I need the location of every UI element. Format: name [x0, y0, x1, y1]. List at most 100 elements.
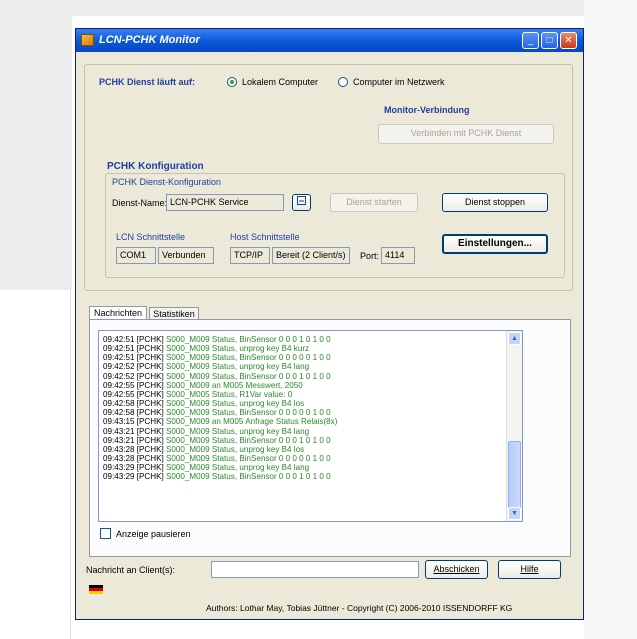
host-protocol-field: TCP/IP: [230, 247, 270, 264]
log-message: S000_M009 Status, BinSensor 0 0 0 0 0 1 …: [166, 408, 331, 418]
log-time: 09:42:55 [PCHK]: [103, 389, 164, 399]
log-line: 09:42:58 [PCHK] S000_M009 Status, BinSen…: [103, 408, 522, 417]
send-button[interactable]: Abschicken: [425, 560, 488, 579]
scroll-up-arrow-icon[interactable]: ▲: [508, 332, 521, 345]
log-time: 09:42:52 [PCHK]: [103, 371, 164, 381]
log-time: 09:42:58 [PCHK]: [103, 408, 164, 418]
pause-display-checkbox[interactable]: [100, 528, 111, 539]
pause-display-label[interactable]: Anzeige pausieren: [116, 529, 191, 539]
log-message: S000_M009 Status, BinSensor 0 0 0 0 0 1 …: [166, 454, 331, 464]
log-line: 09:42:52 [PCHK] S000_M009 Status, BinSen…: [103, 372, 522, 381]
message-log[interactable]: 09:42:51 [PCHK] S000_M009 Status, BinSen…: [98, 330, 523, 522]
background-divider: [70, 290, 71, 639]
app-window: LCN-PCHK Monitor _ □ ✕ PCHK Dienst läuft…: [75, 28, 584, 620]
window-title: LCN-PCHK Monitor: [99, 34, 200, 46]
log-line: 09:43:21 [PCHK] S000_M009 Status, unprog…: [103, 427, 522, 436]
log-lines: 09:42:51 [PCHK] S000_M009 Status, BinSen…: [103, 335, 522, 482]
log-line: 09:43:28 [PCHK] S000_M009 Status, unprog…: [103, 445, 522, 454]
log-message: S000_M009 Status, BinSensor 0 0 0 1 0 1 …: [166, 435, 331, 445]
log-time: 09:42:52 [PCHK]: [103, 362, 164, 372]
log-message: S000_M009 Status, unprog key B4 lang: [166, 362, 310, 372]
port-label: Port:: [360, 251, 380, 261]
log-line: 09:43:21 [PCHK] S000_M009 Status, BinSen…: [103, 436, 522, 445]
footer-copyright: Authors: Lothar May, Tobias Jüttner - Co…: [206, 603, 513, 613]
message-input[interactable]: [211, 561, 419, 578]
log-time: 09:43:15 [PCHK]: [103, 417, 164, 427]
log-line: 09:43:29 [PCHK] S000_M009 Status, unprog…: [103, 463, 522, 472]
tab-messages[interactable]: Nachrichten: [89, 306, 147, 320]
log-time: 09:43:29 [PCHK]: [103, 463, 164, 473]
log-line: 09:42:55 [PCHK] S000_M009 an M005 Messwe…: [103, 381, 522, 390]
radio-network-computer[interactable]: [338, 77, 348, 87]
log-message: S000_M009 Status, BinSensor 0 0 0 1 0 1 …: [166, 335, 331, 344]
log-line: 09:42:51 [PCHK] S000_M009 Status, BinSen…: [103, 353, 522, 362]
log-line: 09:43:29 [PCHK] S000_M009 Status, BinSen…: [103, 472, 522, 481]
log-time: 09:42:51 [PCHK]: [103, 335, 164, 344]
log-line: 09:42:51 [PCHK] S000_M009 Status, unprog…: [103, 344, 522, 353]
log-time: 09:42:51 [PCHK]: [103, 344, 164, 354]
main-config-group: PCHK Dienst läuft auf: Lokalem Computer …: [84, 64, 573, 291]
service-name-label: Dienst-Name:: [112, 198, 168, 208]
background-right: [584, 0, 637, 639]
log-time: 09:43:21 [PCHK]: [103, 435, 164, 445]
log-message: S000_M009 Status, BinSensor 0 0 0 1 0 1 …: [166, 371, 331, 381]
app-icon: [81, 34, 94, 46]
maximize-button[interactable]: □: [541, 32, 558, 49]
title-bar[interactable]: LCN-PCHK Monitor _ □ ✕: [76, 29, 583, 52]
log-line: 09:42:52 [PCHK] S000_M009 Status, unprog…: [103, 362, 522, 371]
host-status-field: Bereit (2 Client/s): [272, 247, 350, 264]
log-message: S000_M009 Status, unprog key B4 kurz: [166, 344, 310, 354]
log-time: 09:43:29 [PCHK]: [103, 472, 164, 482]
message-label: Nachricht an Client(s):: [86, 565, 176, 575]
log-message: S000_M009 an M005 Anfrage Status Relais(…: [166, 417, 338, 427]
log-time: 09:43:28 [PCHK]: [103, 444, 164, 454]
log-line: 09:42:58 [PCHK] S000_M009 Status, unprog…: [103, 399, 522, 408]
service-config-label: PCHK Dienst-Konfiguration: [112, 177, 222, 187]
service-name-field: LCN-PCHK Service: [166, 194, 284, 211]
background-left: [0, 0, 72, 290]
log-time: 09:43:21 [PCHK]: [103, 426, 164, 436]
log-line: 09:43:15 [PCHK] S000_M009 an M005 Anfrag…: [103, 417, 522, 426]
log-line: 09:42:55 [PCHK] S000_M005 Status, R1Var …: [103, 390, 522, 399]
german-flag-icon[interactable]: [89, 585, 103, 594]
log-scrollbar[interactable]: ▲ ▼: [506, 331, 522, 521]
log-message: S000_M009 Status, unprog key B4 los: [166, 399, 305, 409]
log-time: 09:42:58 [PCHK]: [103, 399, 164, 409]
monitor-connection-title: Monitor-Verbindung: [384, 105, 470, 115]
log-time: 09:42:55 [PCHK]: [103, 380, 164, 390]
log-message: S000_M009 Status, BinSensor 0 0 0 1 0 1 …: [166, 472, 331, 482]
settings-button[interactable]: Einstellungen...: [442, 234, 548, 254]
radio-local-computer[interactable]: [227, 77, 237, 87]
log-line: 09:42:51 [PCHK] S000_M009 Status, BinSen…: [103, 335, 522, 344]
service-location-label: PCHK Dienst läuft auf:: [99, 77, 196, 87]
log-line: 09:43:28 [PCHK] S000_M009 Status, BinSen…: [103, 454, 522, 463]
port-field: 4114: [381, 247, 415, 264]
log-time: 09:42:51 [PCHK]: [103, 353, 164, 363]
log-message: S000_M009 Status, unprog key B4 lang: [166, 463, 310, 473]
help-button[interactable]: Hilfe: [498, 560, 561, 579]
lcn-interface-label: LCN Schnittstelle: [116, 232, 186, 242]
log-message: S000_M009 Status, BinSensor 0 0 0 0 0 1 …: [166, 353, 331, 363]
log-message: S000_M009 an M005 Messwert, 2050: [166, 380, 303, 390]
messages-panel: 09:42:51 [PCHK] S000_M009 Status, BinSen…: [89, 319, 571, 557]
lcn-status-field: Verbunden: [158, 247, 214, 264]
radio-network-label[interactable]: Computer im Netzwerk: [353, 77, 445, 87]
scroll-down-arrow-icon[interactable]: ▼: [508, 507, 521, 520]
lcn-port-field: COM1: [116, 247, 156, 264]
log-message: S000_M009 Status, unprog key B4 lang: [166, 426, 310, 436]
scroll-thumb[interactable]: [508, 441, 521, 509]
minimize-button[interactable]: _: [522, 32, 539, 49]
start-service-button[interactable]: Dienst starten: [330, 193, 418, 212]
config-subgroup: PCHK Dienst-Konfiguration Dienst-Name: L…: [105, 173, 565, 278]
stop-service-button[interactable]: Dienst stoppen: [442, 193, 548, 212]
edit-service-name-button[interactable]: [292, 194, 311, 211]
edit-icon: [297, 196, 306, 205]
connect-service-button[interactable]: Verbinden mit PCHK Dienst: [378, 124, 554, 144]
log-time: 09:43:28 [PCHK]: [103, 454, 164, 464]
background-top: [0, 0, 637, 16]
host-interface-label: Host Schnittstelle: [230, 232, 300, 242]
log-message: S000_M005 Status, R1Var value: 0: [166, 389, 293, 399]
log-message: S000_M009 Status, unprog key B4 los: [166, 444, 305, 454]
radio-local-label[interactable]: Lokalem Computer: [242, 77, 318, 87]
close-button[interactable]: ✕: [560, 32, 577, 49]
